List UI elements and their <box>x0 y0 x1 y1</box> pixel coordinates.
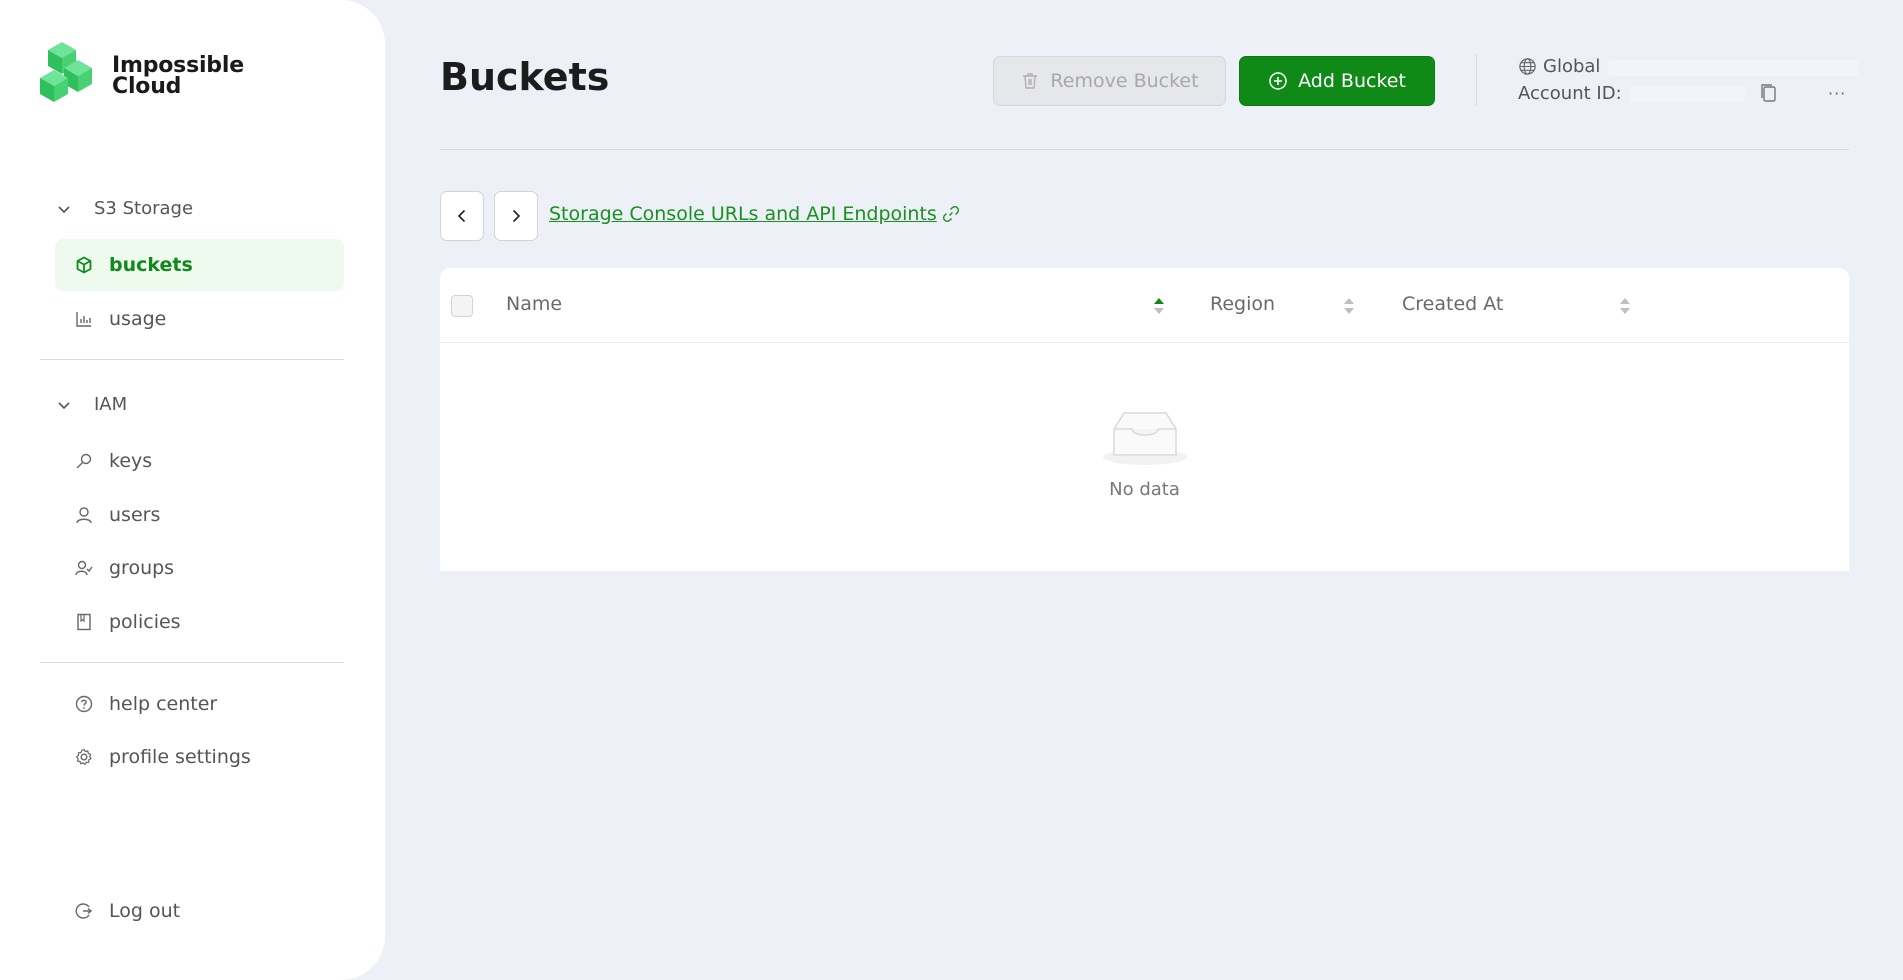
user-icon <box>76 507 92 524</box>
brand-logo[interactable]: Impossible Cloud <box>40 42 244 110</box>
trash-icon <box>1023 73 1038 89</box>
sidebar-item-usage[interactable]: usage <box>55 293 344 345</box>
redacted-region-value <box>1608 60 1858 76</box>
section-label: S3 Storage <box>94 198 194 219</box>
sidebar-item-label: buckets <box>109 254 193 276</box>
sidebar-divider <box>40 662 344 663</box>
logout-button[interactable]: Log out <box>55 885 344 937</box>
sidebar-item-label: profile settings <box>109 746 251 768</box>
column-header-created-at[interactable]: Created At <box>1402 293 1503 315</box>
add-bucket-label: Add Bucket <box>1298 70 1406 92</box>
sort-icon[interactable] <box>1343 294 1355 318</box>
chevron-down-icon <box>58 205 70 213</box>
brand-name-line2: Cloud <box>112 74 182 99</box>
sidebar-item-buckets[interactable]: buckets <box>55 239 344 291</box>
endpoints-link-label: Storage Console URLs and API Endpoints <box>549 203 937 225</box>
sidebar-item-label: usage <box>109 308 167 330</box>
column-header-region[interactable]: Region <box>1210 293 1275 315</box>
gear-icon <box>76 748 92 765</box>
sidebar-item-label: groups <box>109 557 175 579</box>
sidebar-item-keys[interactable]: keys <box>55 435 344 487</box>
cube-icon <box>76 256 92 274</box>
brand-name: Impossible Cloud <box>112 53 244 99</box>
sidebar-item-label: help center <box>109 693 218 715</box>
sort-icon[interactable] <box>1619 294 1631 318</box>
remove-bucket-label: Remove Bucket <box>1050 70 1199 92</box>
column-header-name[interactable]: Name <box>506 293 562 315</box>
account-id: Account ID: <box>1518 83 1622 104</box>
chevron-left-icon <box>457 209 466 223</box>
next-page-button[interactable] <box>494 191 538 241</box>
sidebar-item-label: users <box>109 504 161 526</box>
brand-name-line1: Impossible <box>112 53 244 78</box>
question-circle-icon <box>75 695 93 713</box>
empty-state-text: No data <box>1109 479 1180 500</box>
sidebar-item-help-center[interactable]: help center <box>55 678 344 730</box>
buckets-table: Name Region Created At No data <box>440 268 1849 571</box>
sidebar-item-label: policies <box>109 611 181 633</box>
users-icon <box>75 560 93 576</box>
link-icon <box>942 205 959 223</box>
section-label: IAM <box>94 394 128 415</box>
copy-icon[interactable] <box>1758 82 1778 104</box>
logout-icon <box>75 903 93 919</box>
account-id-label: Account ID: <box>1518 83 1622 104</box>
redacted-account-value <box>1630 86 1745 102</box>
bar-chart-icon <box>76 312 91 327</box>
table-header: Name Region Created At <box>440 268 1849 343</box>
sidebar-item-groups[interactable]: groups <box>55 542 344 594</box>
sidebar-item-profile-settings[interactable]: profile settings <box>55 731 344 783</box>
chevron-right-icon <box>512 209 521 223</box>
section-iam[interactable]: IAM <box>56 394 127 415</box>
sidebar-item-users[interactable]: users <box>55 489 344 541</box>
header-separator <box>1476 54 1477 106</box>
region-label: Global <box>1543 56 1601 77</box>
select-all-checkbox[interactable] <box>451 295 473 317</box>
sidebar: Impossible Cloud S3 Storage buckets usag… <box>0 0 385 980</box>
logout-label: Log out <box>109 900 181 922</box>
add-bucket-button[interactable]: Add Bucket <box>1239 56 1435 106</box>
page-title: Buckets <box>440 55 610 99</box>
key-icon <box>76 453 92 469</box>
section-s3-storage[interactable]: S3 Storage <box>56 198 193 219</box>
sidebar-item-label: keys <box>109 450 153 472</box>
empty-inbox-icon <box>1103 412 1187 465</box>
sidebar-item-policies[interactable]: policies <box>55 596 344 648</box>
endpoints-link[interactable]: Storage Console URLs and API Endpoints <box>549 203 960 225</box>
chevron-down-icon <box>58 401 70 409</box>
prev-page-button[interactable] <box>440 191 484 241</box>
region-indicator: Global <box>1518 56 1600 77</box>
sidebar-divider <box>40 359 344 360</box>
sort-icon[interactable] <box>1153 294 1165 318</box>
remove-bucket-button[interactable]: Remove Bucket <box>993 56 1226 106</box>
header-divider <box>440 149 1849 150</box>
impossible-cloud-logo-icon <box>40 42 92 102</box>
book-icon <box>77 613 91 631</box>
plus-circle-icon <box>1269 72 1287 90</box>
more-options-icon[interactable]: ··· <box>1828 84 1846 103</box>
globe-icon <box>1519 58 1536 75</box>
